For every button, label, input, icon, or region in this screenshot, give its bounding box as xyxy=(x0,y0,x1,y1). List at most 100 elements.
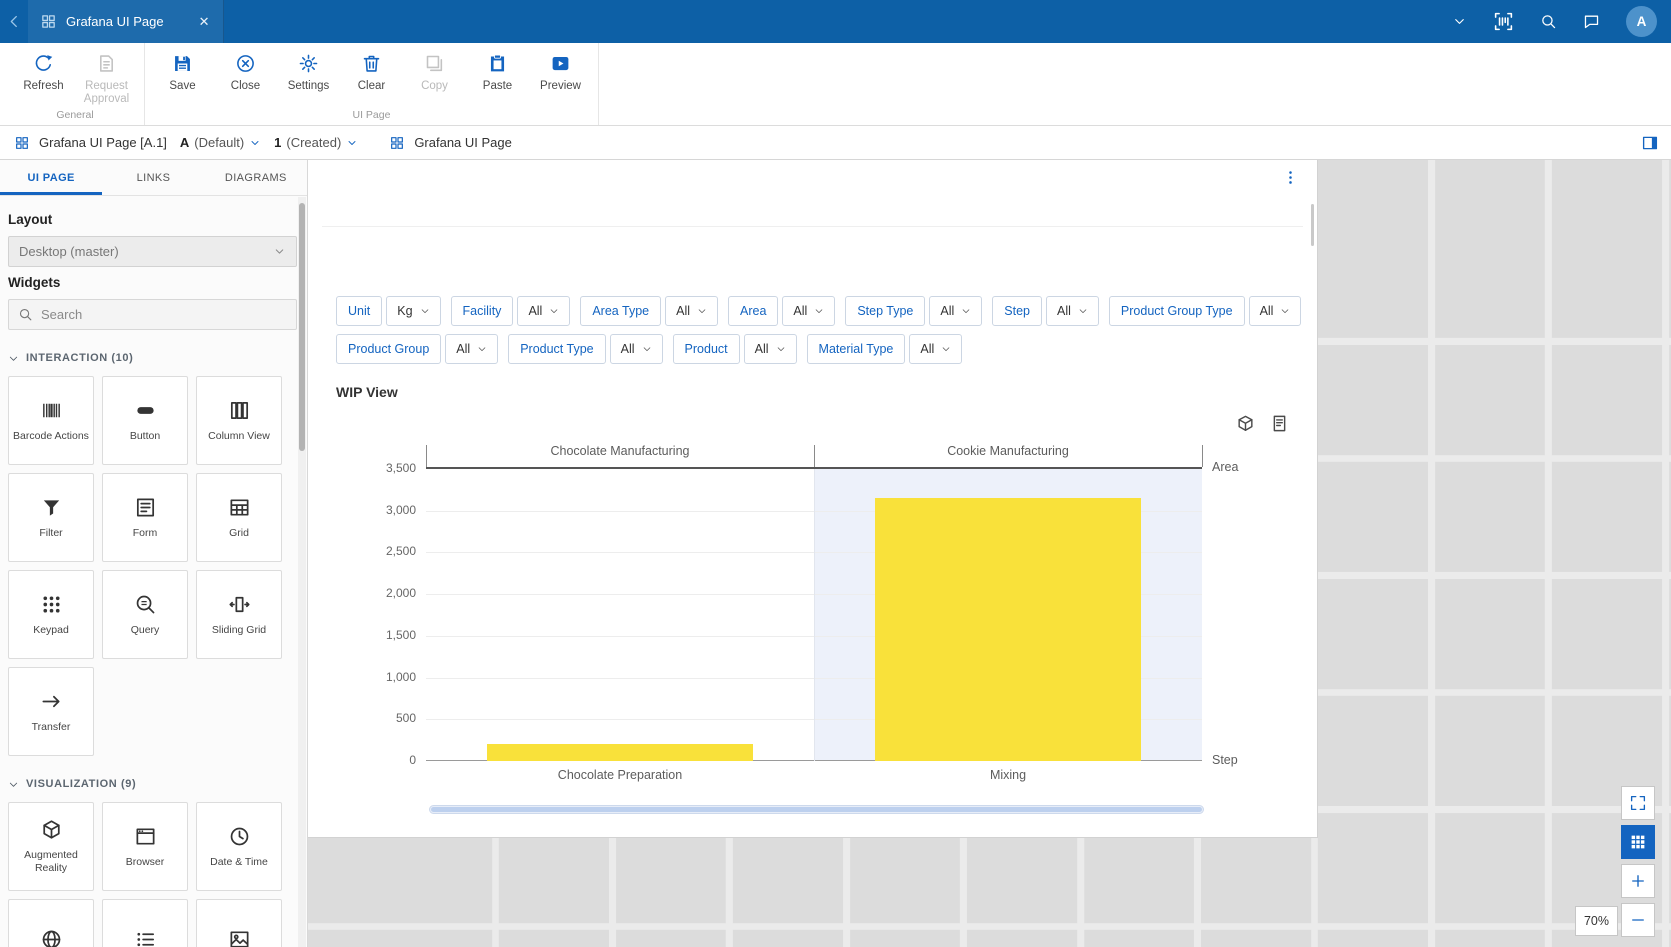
ribbon-button-label: Preview xyxy=(540,80,581,93)
y-axis-tick-label: 500 xyxy=(344,711,416,725)
breadcrumb-title: Grafana UI Page [A.1] xyxy=(39,135,167,150)
layout-select[interactable]: Desktop (master) xyxy=(8,236,297,267)
zoom-controls xyxy=(1621,786,1655,937)
preview-button[interactable]: Preview xyxy=(529,50,592,93)
close-button[interactable]: Close xyxy=(214,50,277,93)
sidebar-scrollbar xyxy=(298,197,306,947)
ribbon-button-label: Copy xyxy=(421,80,448,93)
widget-image-icon[interactable] xyxy=(196,899,282,947)
revision-dropdown[interactable]: 1 (Created) xyxy=(274,135,358,150)
plus-button[interactable] xyxy=(1621,864,1655,898)
bar-chocolate-preparation[interactable] xyxy=(487,744,753,761)
save-icon xyxy=(172,53,193,74)
widget-transfer[interactable]: Transfer xyxy=(8,667,94,756)
tab-close-icon[interactable]: ✕ xyxy=(199,14,210,30)
save-button[interactable]: Save xyxy=(151,50,214,93)
app-tab[interactable]: Grafana UI Page ✕ xyxy=(28,0,224,43)
widget-label: Keypad xyxy=(33,624,69,637)
filter-icon xyxy=(40,496,63,519)
transfer-icon xyxy=(40,690,63,713)
revision-value: 1 xyxy=(274,135,281,150)
grid-view-icon xyxy=(1629,833,1647,851)
widget-grid[interactable]: Grid xyxy=(196,473,282,562)
fit-screen-button[interactable] xyxy=(1621,786,1655,820)
avatar[interactable]: A xyxy=(1626,6,1657,37)
back-icon[interactable] xyxy=(6,13,23,30)
section-header-interaction-10[interactable]: INTERACTION (10) xyxy=(8,352,297,364)
widget-augmented-reality[interactable]: Augmented Reality xyxy=(8,802,94,891)
category-axis-title: Step xyxy=(1212,753,1238,767)
widget-globe-icon[interactable] xyxy=(8,899,94,947)
sliding-grid-icon xyxy=(228,593,251,616)
ribbon-toolbar: RefreshRequest ApprovalGeneralSaveCloseS… xyxy=(0,43,1671,126)
globe-icon xyxy=(40,928,63,947)
breadcrumb: Grafana UI Page [A.1] A (Default) 1 (Cre… xyxy=(0,126,1671,160)
section-label: VISUALIZATION (9) xyxy=(26,778,136,790)
revision-suffix: (Created) xyxy=(286,135,341,150)
widget-query[interactable]: Query xyxy=(102,570,188,659)
widget-label: Query xyxy=(131,624,160,637)
widget-date-time[interactable]: Date & Time xyxy=(196,802,282,891)
refresh-button[interactable]: Refresh xyxy=(12,50,75,106)
zoom-value: 70% xyxy=(1584,914,1609,928)
section-label: INTERACTION (10) xyxy=(26,352,133,364)
ribbon-group-ui-page: SaveCloseSettingsClear Copy Paste Preview UI… xyxy=(145,43,599,125)
chevron-down-icon[interactable] xyxy=(1452,14,1467,29)
bar-mixing[interactable] xyxy=(875,498,1141,761)
ribbon-buttons: SaveCloseSettingsClear Copy Paste Preview xyxy=(151,50,592,93)
paste-button[interactable]: Paste xyxy=(466,50,529,93)
section-header-visualization-9[interactable]: VISUALIZATION (9) xyxy=(8,778,297,790)
widgets-heading: Widgets xyxy=(8,275,297,290)
panel-toggle-icon[interactable] xyxy=(1641,134,1659,152)
ribbon-group-general: RefreshRequest Approval General xyxy=(6,43,145,125)
minus-button[interactable] xyxy=(1621,903,1655,937)
grid-view-button[interactable] xyxy=(1621,825,1655,859)
query-icon xyxy=(134,593,157,616)
gear-icon xyxy=(298,53,319,74)
clock-icon xyxy=(228,825,251,848)
clear-button[interactable]: Clear xyxy=(340,50,403,93)
scrollbar-thumb[interactable] xyxy=(431,807,1202,812)
widget-button[interactable]: Button xyxy=(102,376,188,465)
search-icon[interactable] xyxy=(1540,13,1557,30)
widget-label: Transfer xyxy=(32,721,71,734)
widget-column-view[interactable]: Column View xyxy=(196,376,282,465)
chart-h-scrollbar xyxy=(429,805,1204,814)
browser-icon xyxy=(134,825,157,848)
layout-heading: Layout xyxy=(8,212,297,227)
keypad-icon xyxy=(40,593,63,616)
widget-grid: Augmented RealityBrowserDate & Time xyxy=(8,802,297,947)
form-icon xyxy=(134,496,157,519)
close-circle-icon xyxy=(235,53,256,74)
settings-button[interactable]: Settings xyxy=(277,50,340,93)
widget-filter[interactable]: Filter xyxy=(8,473,94,562)
widget-browser[interactable]: Browser xyxy=(102,802,188,891)
ar-icon xyxy=(40,818,63,841)
sidebar-tab-ui-page[interactable]: UI PAGE xyxy=(0,160,102,195)
sidebar-tab-diagrams[interactable]: DIAGRAMS xyxy=(205,160,307,195)
widget-sliding-grid[interactable]: Sliding Grid xyxy=(196,570,282,659)
widget-barcode-actions[interactable]: Barcode Actions xyxy=(8,376,94,465)
ribbon-button-label: Paste xyxy=(483,80,512,93)
barcode-scan-icon[interactable] xyxy=(1493,11,1514,32)
version-dropdown[interactable]: A (Default) xyxy=(180,135,261,150)
top-bar: Grafana UI Page ✕ A xyxy=(0,0,1671,43)
chat-icon[interactable] xyxy=(1583,13,1600,30)
scrollbar-thumb[interactable] xyxy=(299,203,305,451)
layout-select-value: Desktop (master) xyxy=(19,244,119,259)
axis-tick xyxy=(1202,445,1203,467)
ribbon-buttons: RefreshRequest Approval xyxy=(12,50,138,106)
widget-label: Form xyxy=(133,527,158,540)
sidebar-tab-links[interactable]: LINKS xyxy=(102,160,204,195)
fit-screen-icon xyxy=(1629,794,1647,812)
list-icon xyxy=(134,928,157,947)
ribbon-group-label: UI Page xyxy=(145,109,598,121)
widget-search[interactable] xyxy=(8,299,297,330)
ribbon-group-label: General xyxy=(6,109,144,121)
search-input[interactable] xyxy=(41,307,287,322)
widget-form[interactable]: Form xyxy=(102,473,188,562)
widget-list-icon[interactable] xyxy=(102,899,188,947)
search-icon xyxy=(18,307,33,322)
widget-keypad[interactable]: Keypad xyxy=(8,570,94,659)
barcode-icon xyxy=(40,399,63,422)
